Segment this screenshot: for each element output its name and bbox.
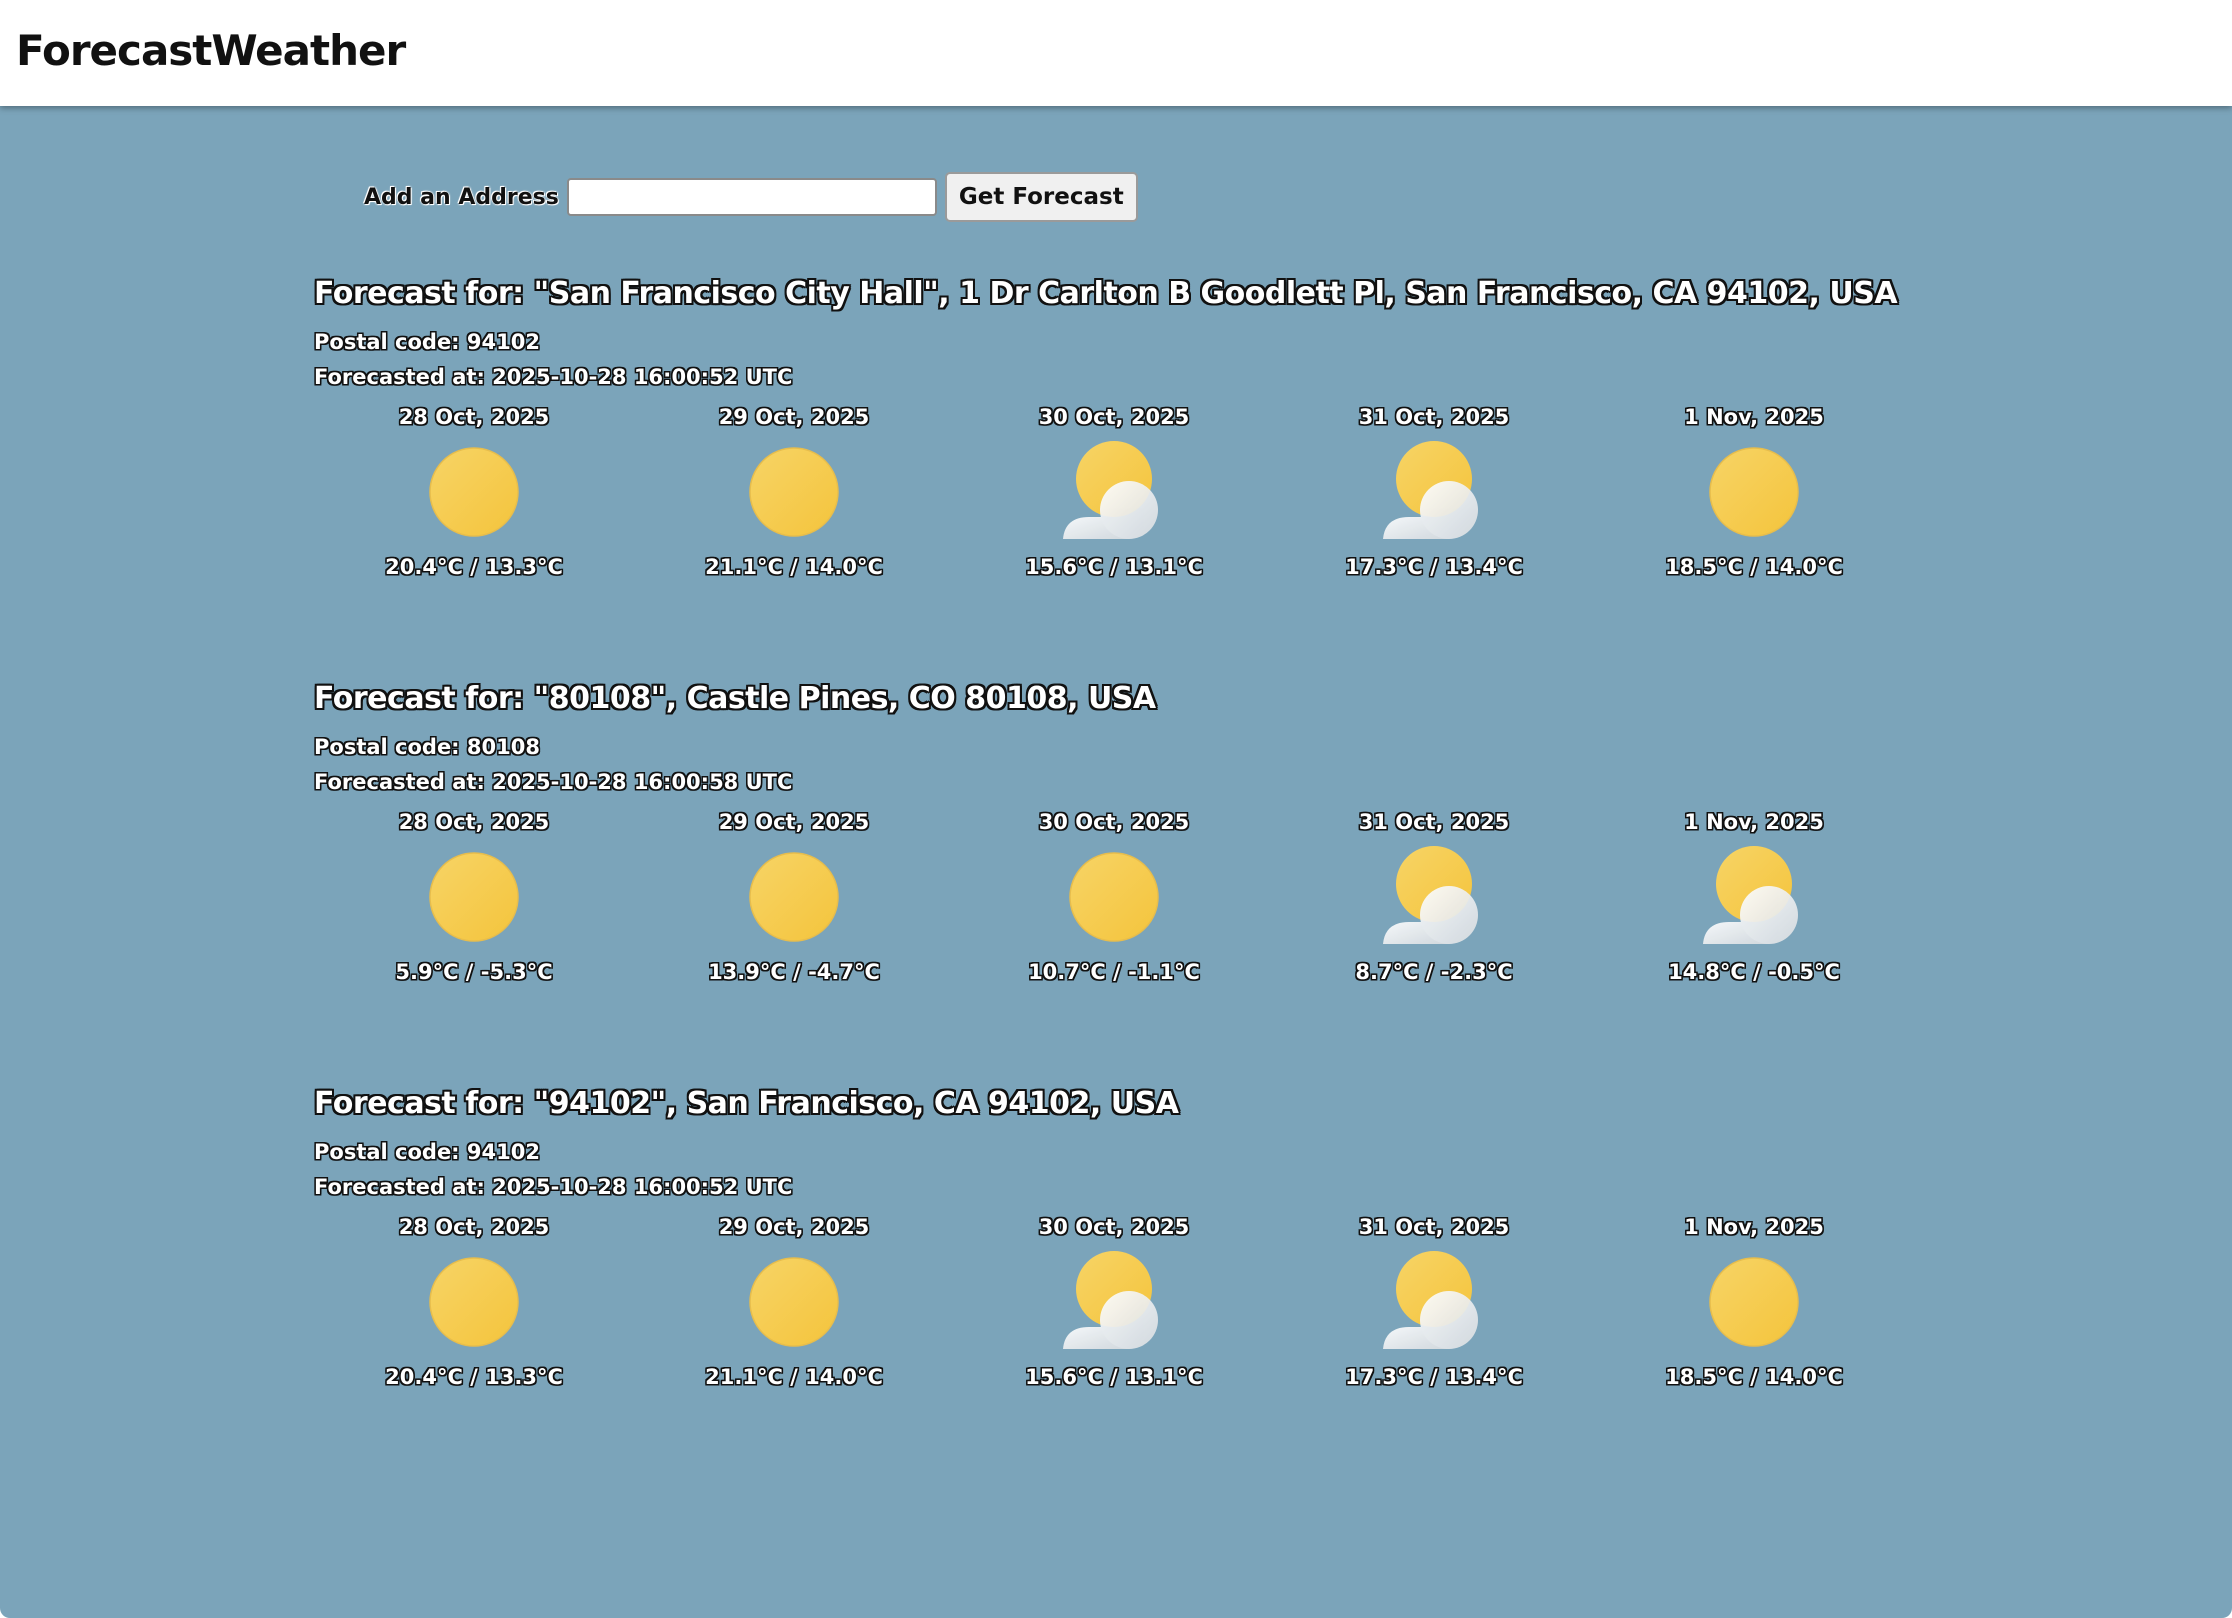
day-temperature: 13.9°C / -4.7°C xyxy=(708,960,880,984)
day-temperature: 14.8°C / -0.5°C xyxy=(1668,960,1840,984)
sun-icon xyxy=(429,447,519,537)
sun-icon xyxy=(429,1257,519,1347)
day-card: 1 Nov, 2025 14.8°C / -0.5°C xyxy=(1594,810,1914,984)
day-temperature: 8.7°C / -2.3°C xyxy=(1355,960,1513,984)
day-card: 29 Oct, 2025 21.1°C / 14.0°C xyxy=(634,1215,954,1389)
forecasted-at: Forecasted at: 2025-10-28 16:00:52 UTC xyxy=(314,365,793,389)
day-date: 28 Oct, 2025 xyxy=(398,405,550,429)
day-card: 30 Oct, 2025 10.7°C / -1.1°C xyxy=(954,810,1274,984)
postal-code: Postal code: 94102 xyxy=(314,1140,540,1164)
sun-icon xyxy=(1709,447,1799,537)
forecast-title: Forecast for: "San Francisco City Hall",… xyxy=(314,276,1898,311)
day-card: 29 Oct, 2025 13.9°C / -4.7°C xyxy=(634,810,954,984)
day-date: 1 Nov, 2025 xyxy=(1684,810,1824,834)
day-card: 31 Oct, 2025 17.3°C / 13.4°C xyxy=(1274,1215,1594,1389)
day-card: 30 Oct, 2025 15.6°C / 13.1°C xyxy=(954,405,1274,579)
day-date: 1 Nov, 2025 xyxy=(1684,1215,1824,1239)
address-label: Add an Address xyxy=(364,184,559,210)
partly-cloudy-icon xyxy=(1383,441,1478,539)
partly-cloudy-icon xyxy=(1383,1251,1478,1349)
get-forecast-button[interactable]: Get Forecast xyxy=(944,172,1138,222)
day-date: 31 Oct, 2025 xyxy=(1358,1215,1510,1239)
day-date: 29 Oct, 2025 xyxy=(718,810,870,834)
postal-code: Postal code: 94102 xyxy=(314,330,540,354)
day-date: 29 Oct, 2025 xyxy=(718,1215,870,1239)
day-card: 30 Oct, 2025 15.6°C / 13.1°C xyxy=(954,1215,1274,1389)
sun-icon xyxy=(429,852,519,942)
sun-icon xyxy=(749,852,839,942)
address-form: Add an Address Get Forecast xyxy=(364,172,1138,222)
day-card: 28 Oct, 2025 20.4°C / 13.3°C xyxy=(314,1215,634,1389)
app-logo[interactable]: ForecastWeather xyxy=(16,26,406,75)
day-card: 31 Oct, 2025 8.7°C / -2.3°C xyxy=(1274,810,1594,984)
forecast-title: Forecast for: "80108", Castle Pines, CO … xyxy=(314,681,1156,716)
day-date: 28 Oct, 2025 xyxy=(398,810,550,834)
partly-cloudy-icon xyxy=(1063,1251,1158,1349)
sun-icon xyxy=(749,1257,839,1347)
day-card: 1 Nov, 2025 18.5°C / 14.0°C xyxy=(1594,1215,1914,1389)
day-temperature: 17.3°C / 13.4°C xyxy=(1345,1365,1523,1389)
main-content: Add an Address Get Forecast Forecast for… xyxy=(0,106,2232,1618)
top-bar: ForecastWeather xyxy=(0,0,2232,106)
day-temperature: 21.1°C / 14.0°C xyxy=(705,1365,883,1389)
day-card: 29 Oct, 2025 21.1°C / 14.0°C xyxy=(634,405,954,579)
day-card: 28 Oct, 2025 5.9°C / -5.3°C xyxy=(314,810,634,984)
day-card: 28 Oct, 2025 20.4°C / 13.3°C xyxy=(314,405,634,579)
forecast-section: Forecast for: "80108", Castle Pines, CO … xyxy=(314,681,1914,984)
daily-forecast-row: 28 Oct, 2025 20.4°C / 13.3°C 29 Oct, 202… xyxy=(314,1215,1914,1389)
day-temperature: 15.6°C / 13.1°C xyxy=(1025,1365,1203,1389)
day-date: 30 Oct, 2025 xyxy=(1038,1215,1190,1239)
day-temperature: 17.3°C / 13.4°C xyxy=(1345,555,1523,579)
day-date: 30 Oct, 2025 xyxy=(1038,405,1190,429)
day-card: 1 Nov, 2025 18.5°C / 14.0°C xyxy=(1594,405,1914,579)
partly-cloudy-icon xyxy=(1703,846,1798,944)
sun-icon xyxy=(1069,852,1159,942)
daily-forecast-row: 28 Oct, 2025 20.4°C / 13.3°C 29 Oct, 202… xyxy=(314,405,1914,579)
forecasted-at: Forecasted at: 2025-10-28 16:00:52 UTC xyxy=(314,1175,793,1199)
day-temperature: 18.5°C / 14.0°C xyxy=(1665,555,1843,579)
forecast-title: Forecast for: "94102", San Francisco, CA… xyxy=(314,1086,1179,1121)
day-date: 29 Oct, 2025 xyxy=(718,405,870,429)
day-temperature: 18.5°C / 14.0°C xyxy=(1665,1365,1843,1389)
day-date: 31 Oct, 2025 xyxy=(1358,810,1510,834)
day-date: 1 Nov, 2025 xyxy=(1684,405,1824,429)
day-temperature: 21.1°C / 14.0°C xyxy=(705,555,883,579)
daily-forecast-row: 28 Oct, 2025 5.9°C / -5.3°C 29 Oct, 2025… xyxy=(314,810,1914,984)
partly-cloudy-icon xyxy=(1383,846,1478,944)
day-temperature: 5.9°C / -5.3°C xyxy=(395,960,553,984)
day-temperature: 10.7°C / -1.1°C xyxy=(1028,960,1200,984)
day-card: 31 Oct, 2025 17.3°C / 13.4°C xyxy=(1274,405,1594,579)
day-temperature: 20.4°C / 13.3°C xyxy=(385,1365,563,1389)
day-date: 30 Oct, 2025 xyxy=(1038,810,1190,834)
day-date: 28 Oct, 2025 xyxy=(398,1215,550,1239)
forecast-section: Forecast for: "San Francisco City Hall",… xyxy=(314,276,1914,579)
partly-cloudy-icon xyxy=(1063,441,1158,539)
day-date: 31 Oct, 2025 xyxy=(1358,405,1510,429)
forecasted-at: Forecasted at: 2025-10-28 16:00:58 UTC xyxy=(314,770,793,794)
day-temperature: 20.4°C / 13.3°C xyxy=(385,555,563,579)
postal-code: Postal code: 80108 xyxy=(314,735,540,759)
forecast-section: Forecast for: "94102", San Francisco, CA… xyxy=(314,1086,1914,1389)
sun-icon xyxy=(1709,1257,1799,1347)
address-input[interactable] xyxy=(566,178,937,216)
day-temperature: 15.6°C / 13.1°C xyxy=(1025,555,1203,579)
sun-icon xyxy=(749,447,839,537)
